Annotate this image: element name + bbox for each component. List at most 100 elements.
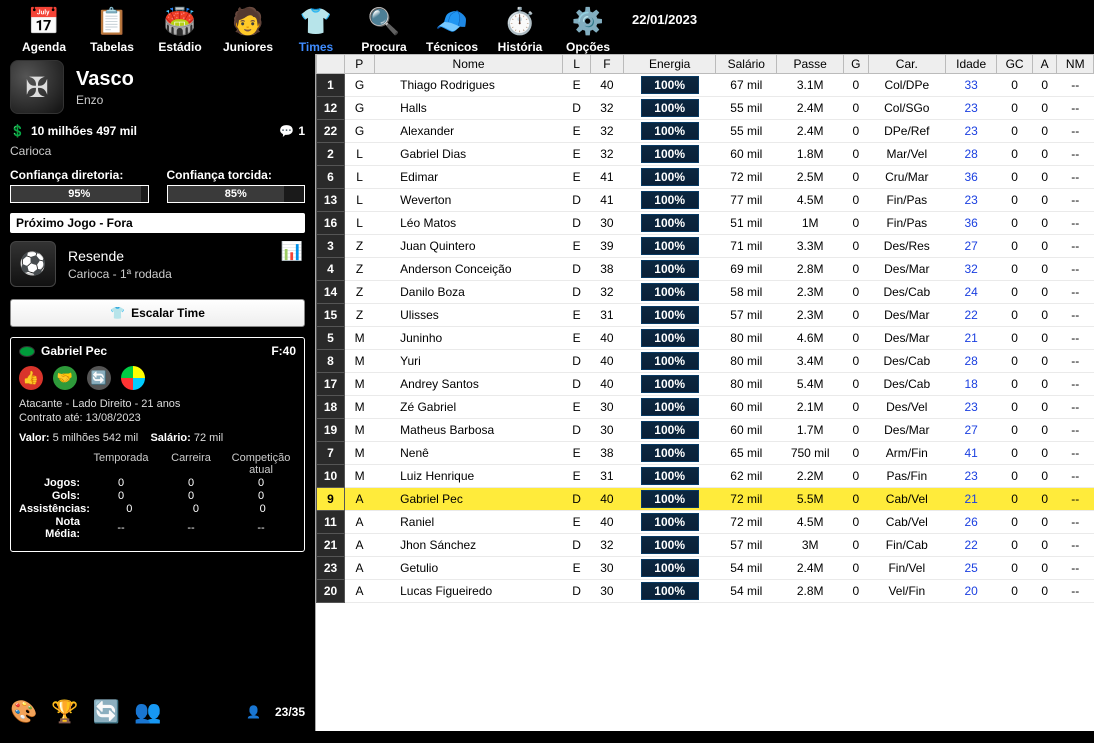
nav-label: Agenda [22,40,66,54]
current-date: 22/01/2023 [632,2,697,27]
messages-button[interactable]: 💬 1 [279,124,305,138]
col-header[interactable]: Energia [624,55,716,74]
color-wheel-icon[interactable]: 🎨 [10,699,37,725]
nav-estádio[interactable]: 🏟️ Estádio [146,2,214,54]
goals: 0 [844,396,869,419]
nav-juniores[interactable]: 🧑 Juniores [214,2,282,54]
goals: 0 [844,580,869,603]
col-header[interactable]: Salário [716,55,777,74]
next-match-panel[interactable]: ⚽ Resende Carioca - 1ª rodada 📊 [10,241,305,287]
energy: 100% [624,534,716,557]
form: 40 [590,488,623,511]
nav-tabelas[interactable]: 📋 Tabelas [78,2,146,54]
stat-col-header: Competição atual [226,452,296,476]
energy: 100% [624,396,716,419]
table-row[interactable]: 23AGetulioE30100%54 mil2.4M0Fin/Vel2500-… [317,557,1094,580]
manager-name: Enzo [76,93,134,107]
table-row[interactable]: 19MMatheus BarbosaD30100%60 mil1.7M0Des/… [317,419,1094,442]
col-header[interactable]: P [345,55,375,74]
stat-row: Nota Média:------ [19,516,296,540]
player-position-age: Atacante - Lado Direito - 21 anos [19,398,296,410]
col-header[interactable]: Idade [945,55,996,74]
table-row[interactable]: 4ZAnderson ConceiçãoD38100%69 mil2.8M0De… [317,258,1094,281]
goals: 0 [844,143,869,166]
transfer-icon[interactable]: 🔄 [93,699,120,725]
side: E [563,557,590,580]
table-row[interactable]: 17MAndrey SantosD40100%80 mil5.4M0Des/Ca… [317,373,1094,396]
goals: 0 [844,166,869,189]
side: D [563,373,590,396]
col-header[interactable]: Car. [868,55,945,74]
col-header[interactable]: Nome [374,55,563,74]
flag-icon [19,346,35,357]
trophy-icon[interactable]: 🏆 [51,699,78,725]
form: 31 [590,465,623,488]
table-row[interactable]: 5MJuninhoE40100%80 mil4.6M0Des/Mar2100-- [317,327,1094,350]
swap-icon[interactable]: 🔄 [87,366,111,390]
assists: 0 [1032,511,1057,534]
col-header[interactable]: A [1032,55,1057,74]
form: 30 [590,557,623,580]
salary: 80 mil [716,327,777,350]
table-row[interactable]: 8MYuriD40100%80 mil3.4M0Des/Cab2800-- [317,350,1094,373]
table-row[interactable]: 1GThiago RodriguesE40100%67 mil3.1M0Col/… [317,74,1094,97]
nav-técnicos[interactable]: 🧢 Técnicos [418,2,486,54]
next-match-header: Próximo Jogo - Fora [10,213,305,233]
match-report-icon[interactable]: 📊 [281,241,303,262]
own-goals: 0 [997,166,1033,189]
salary: 60 mil [716,143,777,166]
side: E [563,74,590,97]
col-header[interactable]: GC [997,55,1033,74]
thumbs-up-icon[interactable]: 👍 [19,366,43,390]
table-row[interactable]: 22GAlexanderE32100%55 mil2.4M0DPe/Ref230… [317,120,1094,143]
squad-table[interactable]: PNomeLFEnergiaSalárioPasseGCar.IdadeGCAN… [316,54,1094,603]
table-row[interactable]: 6LEdimarE41100%72 mil2.5M0Cru/Mar3600-- [317,166,1094,189]
nav-times[interactable]: 👕 Times [282,2,350,54]
col-header[interactable]: NM [1057,55,1094,74]
compare-icon[interactable] [121,366,145,390]
sidebar: Vasco Enzo 💲 10 milhões 497 mil 💬 1 Cari… [0,54,315,731]
table-row[interactable]: 9AGabriel PecD40100%72 mil5.5M0Cab/Vel21… [317,488,1094,511]
stat-value: 0 [226,490,296,502]
table-row[interactable]: 11ARanielE40100%72 mil4.5M0Cab/Vel2600-- [317,511,1094,534]
nav-procura[interactable]: 🔍 Procura [350,2,418,54]
table-row[interactable]: 14ZDanilo BozaD32100%58 mil2.3M0Des/Cab2… [317,281,1094,304]
nav-história[interactable]: ⏱️ História [486,2,554,54]
shirt-number: 20 [317,580,345,603]
table-row[interactable]: 20ALucas FigueiredoD30100%54 mil2.8M0Vel… [317,580,1094,603]
player-name-cell: Getulio [374,557,563,580]
table-row[interactable]: 21AJhon SánchezD32100%57 mil3M0Fin/Cab22… [317,534,1094,557]
col-header[interactable]: Passe [777,55,844,74]
avg-rating: -- [1057,212,1094,235]
form: 40 [590,74,623,97]
table-row[interactable]: 2LGabriel DiasE32100%60 mil1.8M0Mar/Vel2… [317,143,1094,166]
col-header[interactable]: L [563,55,590,74]
table-row[interactable]: 7MNenêE38100%65 mil750 mil0Arm/Fin4100-- [317,442,1094,465]
form: 40 [590,511,623,534]
shirt-icon: 👕 [110,306,125,320]
table-row[interactable]: 10MLuiz HenriqueE31100%62 mil2.2M0Pas/Fi… [317,465,1094,488]
col-header[interactable]: G [844,55,869,74]
avg-rating: -- [1057,327,1094,350]
shirt-number: 16 [317,212,345,235]
avg-rating: -- [1057,442,1094,465]
col-header[interactable]: F [590,55,623,74]
handshake-icon[interactable]: 🤝 [53,366,77,390]
shirt-number: 12 [317,97,345,120]
traits: Fin/Cab [868,534,945,557]
form: 30 [590,419,623,442]
table-row[interactable]: 16LLéo MatosD30100%51 mil1M0Fin/Pas3600-… [317,212,1094,235]
table-row[interactable]: 15ZUlissesE31100%57 mil2.3M0Des/Mar2200-… [317,304,1094,327]
table-row[interactable]: 12GHallsD32100%55 mil2.4M0Col/SGo2300-- [317,97,1094,120]
traits: Des/Res [868,235,945,258]
nav-opções[interactable]: ⚙️ Opções [554,2,622,54]
nav-agenda[interactable]: 📅 Agenda [10,2,78,54]
staff-icon[interactable]: 👥 [134,699,161,725]
energy: 100% [624,235,716,258]
col-header[interactable] [317,55,345,74]
table-row[interactable]: 18MZé GabrielE30100%60 mil2.1M0Des/Vel23… [317,396,1094,419]
técnicos-icon: 🧢 [437,6,467,36]
table-row[interactable]: 3ZJuan QuinteroE39100%71 mil3.3M0Des/Res… [317,235,1094,258]
lineup-button[interactable]: 👕 Escalar Time [10,299,305,327]
table-row[interactable]: 13LWevertonD41100%77 mil4.5M0Fin/Pas2300… [317,189,1094,212]
